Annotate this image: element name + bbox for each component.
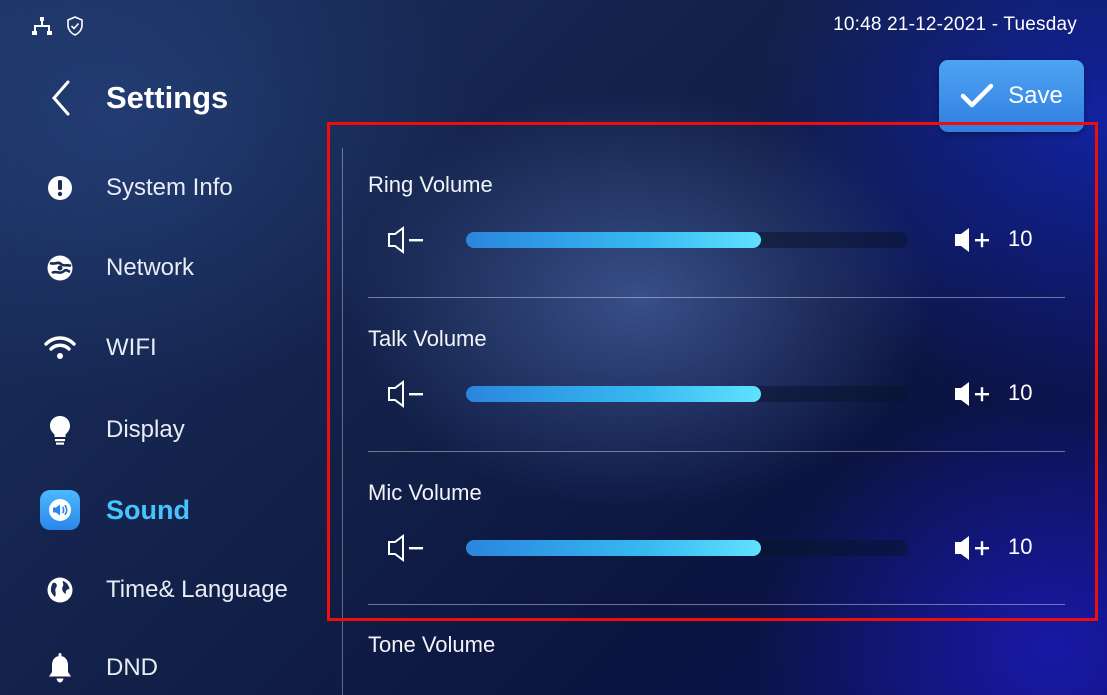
volume-label: Mic Volume — [368, 480, 482, 505]
volume-value: 10 — [1008, 380, 1033, 405]
network-icon — [32, 17, 52, 40]
shield-icon — [66, 16, 84, 41]
sidebar-item-label: Time& Language — [106, 576, 288, 603]
horizontal-divider — [368, 604, 1065, 605]
horizontal-divider — [368, 297, 1065, 298]
volume-slider-fill — [466, 540, 761, 556]
lightbulb-icon — [40, 410, 80, 450]
wifi-icon — [40, 328, 80, 368]
volume-label: Talk Volume — [368, 326, 487, 351]
save-button[interactable]: Save — [939, 60, 1084, 132]
vertical-divider — [342, 148, 343, 695]
status-icons — [32, 16, 84, 41]
volume-label: Tone Volume — [368, 632, 496, 657]
volume-slider-fill — [466, 386, 761, 402]
status-datetime: 10:48 21-12-2021 - Tuesday — [833, 14, 1077, 35]
sidebar-item-label: Sound — [106, 494, 190, 525]
bell-icon — [40, 648, 80, 688]
sidebar-item-label: DND — [106, 654, 158, 681]
volume-slider[interactable] — [466, 386, 908, 402]
volume-slider[interactable] — [466, 540, 908, 556]
sidebar-item-label: Display — [106, 416, 185, 443]
horizontal-divider — [368, 451, 1065, 452]
volume-down-icon[interactable] — [386, 224, 430, 256]
back-button[interactable] — [46, 78, 76, 118]
volume-up-icon[interactable] — [952, 224, 996, 256]
sidebar-item-time-language[interactable]: Time& Language — [40, 564, 288, 616]
volume-slider[interactable] — [466, 232, 908, 248]
page-title: Settings — [106, 80, 229, 115]
sidebar-item-label: System Info — [106, 174, 233, 201]
info-icon — [40, 168, 80, 208]
volume-row: 10 — [368, 220, 1065, 260]
volume-row: 10 — [368, 374, 1065, 414]
header: Settings Save — [0, 60, 1107, 132]
volume-up-icon[interactable] — [952, 532, 996, 564]
sidebar-item-dnd[interactable]: DND — [40, 642, 158, 694]
chevron-left-icon — [52, 80, 70, 116]
volume-value: 10 — [1008, 226, 1033, 251]
volume-row: 10 — [368, 528, 1065, 568]
network-globe-icon — [40, 248, 80, 288]
volume-label: Ring Volume — [368, 172, 493, 197]
speaker-icon — [40, 490, 80, 530]
save-label: Save — [1008, 82, 1063, 109]
sidebar-item-label: WIFI — [106, 334, 157, 361]
volume-slider-fill — [466, 232, 761, 248]
volume-up-icon[interactable] — [952, 378, 996, 410]
sidebar-item-system-info[interactable]: System Info — [40, 162, 233, 214]
sidebar-item-wifi[interactable]: WIFI — [40, 322, 157, 374]
status-bar: 10:48 21-12-2021 - Tuesday — [0, 0, 1107, 40]
volume-down-icon[interactable] — [386, 532, 430, 564]
sidebar-item-label: Network — [106, 254, 195, 281]
globe-icon — [40, 570, 80, 610]
sidebar-item-sound[interactable]: Sound — [40, 484, 190, 536]
sidebar-item-network[interactable]: Network — [40, 242, 194, 294]
volume-down-icon[interactable] — [386, 378, 430, 410]
checkmark-icon — [960, 83, 994, 108]
sidebar-item-display[interactable]: Display — [40, 404, 185, 456]
volume-value: 10 — [1008, 534, 1033, 559]
